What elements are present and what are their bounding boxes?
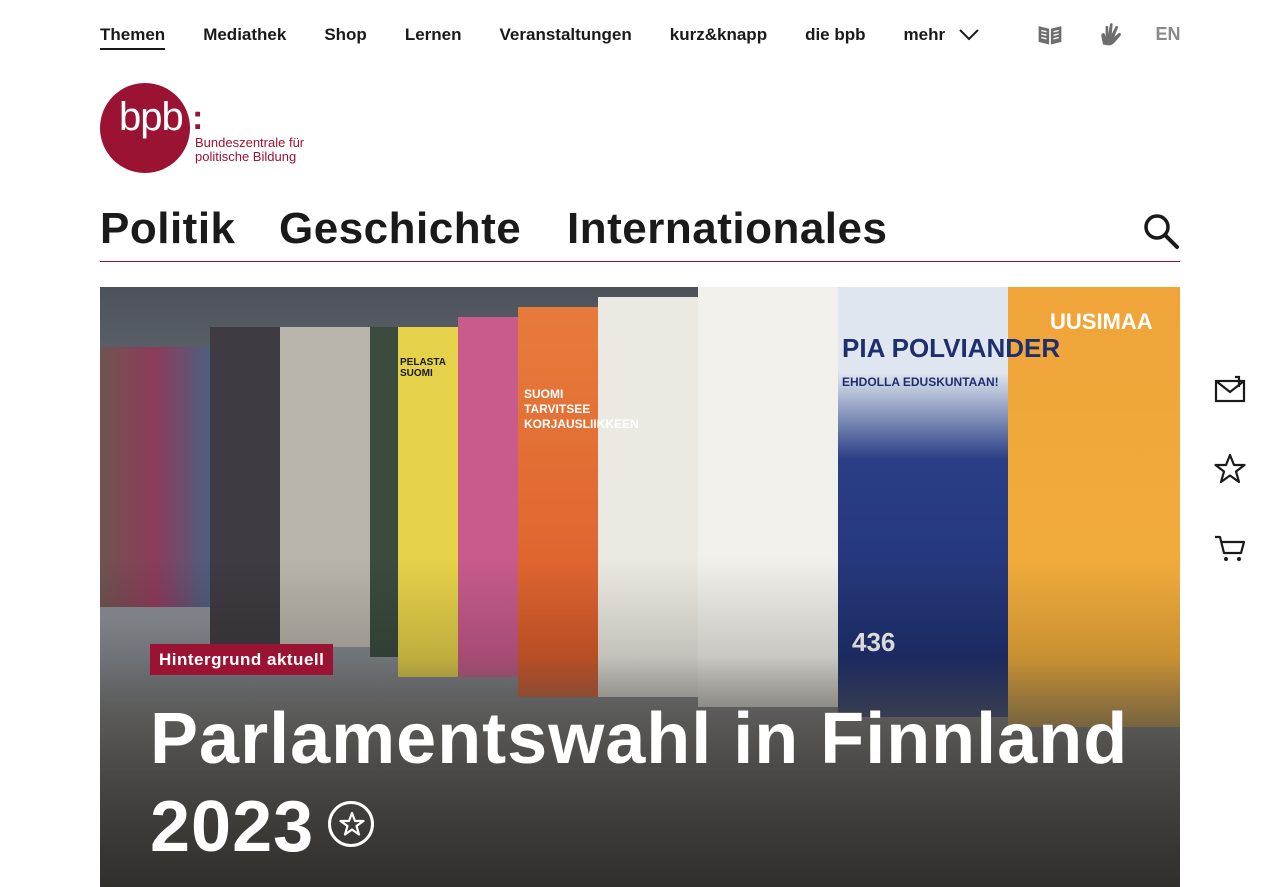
topnav-item-die-bpb[interactable]: die bpb bbox=[805, 23, 865, 47]
mainnav-item-geschichte[interactable]: Geschichte bbox=[279, 204, 521, 254]
sign-language-icon[interactable] bbox=[1094, 18, 1126, 50]
logo-mark: bpb bbox=[119, 95, 184, 139]
search-icon[interactable] bbox=[1142, 212, 1180, 250]
newsletter-icon[interactable] bbox=[1210, 370, 1250, 410]
logo-colon: : bbox=[192, 99, 204, 137]
topnav-item-themen[interactable]: Themen bbox=[100, 23, 166, 50]
language-switch-en[interactable]: EN bbox=[1150, 18, 1186, 50]
bookmark-star-icon[interactable] bbox=[1210, 449, 1250, 489]
hero-poster-text-pia-sub: EHDOLLA EDUSKUNTAAN! bbox=[842, 375, 999, 389]
hero-category-badge: Hintergrund aktuell bbox=[150, 644, 334, 675]
chevron-down-icon bbox=[959, 29, 979, 41]
topnav-item-kurz-knapp[interactable]: kurz&knapp bbox=[670, 23, 767, 47]
mainnav-item-internationales[interactable]: Internationales bbox=[567, 204, 887, 254]
topnav-more-label: mehr bbox=[903, 25, 946, 44]
logo-line-1: Bundeszentrale für bbox=[195, 135, 305, 150]
hero-title-text: Parlamentswahl in Finnland 2023 bbox=[150, 699, 1129, 867]
bpb-logo[interactable]: bpb : Bundeszentrale für politische Bild… bbox=[100, 83, 320, 173]
cart-icon[interactable] bbox=[1210, 528, 1250, 568]
hero-poster-text-suomi: SUOMI TARVITSEE KORJAUSLIIKKEEN bbox=[524, 387, 639, 431]
topnav-item-veranstaltungen[interactable]: Veranstaltungen bbox=[500, 23, 632, 47]
star-icon[interactable] bbox=[328, 800, 375, 847]
logo-line-2: politische Bildung bbox=[195, 149, 297, 164]
mainnav-item-politik[interactable]: Politik bbox=[100, 204, 236, 254]
easy-language-icon[interactable] bbox=[1034, 18, 1066, 50]
hero-teaser[interactable]: PIA POLVIANDER EHDOLLA EDUSKUNTAAN! UUSI… bbox=[100, 287, 1180, 887]
topnav-item-shop[interactable]: Shop bbox=[324, 23, 367, 47]
topnav-item-mediathek[interactable]: Mediathek bbox=[203, 23, 286, 47]
hero-poster-text-pia: PIA POLVIANDER bbox=[842, 333, 1061, 363]
topnav-item-lernen[interactable]: Lernen bbox=[405, 23, 462, 47]
hero-title[interactable]: Parlamentswahl in Finnland 2023 bbox=[150, 695, 1160, 871]
topnav-more-button[interactable]: mehr bbox=[904, 23, 980, 47]
hero-poster-text-pelasta: PELASTA SUOMI bbox=[400, 357, 446, 379]
main-navigation: Politik Geschichte Internationales bbox=[100, 200, 1180, 262]
hero-poster-text-uusimaa: UUSIMAA bbox=[1050, 309, 1153, 334]
top-navigation: Themen Mediathek Shop Lernen Veranstaltu… bbox=[100, 22, 1017, 50]
